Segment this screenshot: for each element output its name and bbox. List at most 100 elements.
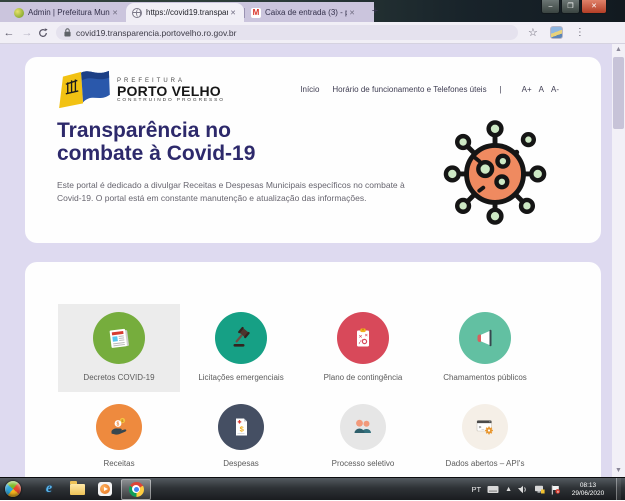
start-button[interactable] [5, 481, 21, 497]
file-explorer-icon[interactable] [63, 479, 91, 500]
volume-icon[interactable] [518, 485, 528, 494]
tab-covid19-portal[interactable]: https://covid19.transparencia.po ✕ [126, 3, 244, 22]
font-reset-button[interactable]: A [539, 85, 544, 94]
service-label: Dados abertos – API's [446, 459, 525, 468]
media-player-icon[interactable] [91, 479, 119, 500]
gmail-icon: M [251, 8, 261, 18]
service-plano-de-contingencia[interactable]: ✕ ✕ Plano de contingência [302, 304, 424, 392]
clock-date: 29/06/2020 [566, 490, 610, 498]
tab-list: Admin | Prefeitura Municipal de ✕ https:… [8, 3, 384, 22]
service-licitacoes-emergenciais[interactable]: Licitações emergenciais [180, 304, 302, 392]
forward-icon[interactable]: → [18, 27, 36, 39]
prefeitura-logo[interactable]: PREFEITURA PORTO VELHO CONSTRUINDO PROGR… [55, 68, 225, 112]
tab-title: https://covid19.transparencia.po [146, 8, 228, 17]
services-row-1: Decretos COVID-19 [58, 304, 601, 392]
clock-time: 08:13 [566, 482, 610, 490]
maximize-button[interactable]: ❐ [561, 0, 580, 14]
service-despesas[interactable]: $ Despesas [180, 396, 302, 477]
address-bar[interactable]: covid19.transparencia.portovelho.ro.gov.… [56, 25, 518, 40]
site-header: PREFEITURA PORTO VELHO CONSTRUINDO PROGR… [55, 65, 571, 115]
tab-close-icon[interactable]: ✕ [347, 9, 357, 17]
nav-separator: | [500, 85, 502, 94]
taskbar-clock[interactable]: 08:13 29/06/2020 [566, 482, 610, 498]
tab-close-icon[interactable]: ✕ [110, 9, 120, 17]
logo-tagline: CONSTRUINDO PROGRESSO [117, 98, 225, 103]
service-circle [459, 312, 511, 364]
service-processo-seletivo[interactable]: Processo seletivo [302, 396, 424, 477]
window-controls: – ❐ ✕ [540, 0, 607, 14]
service-label: Processo seletivo [332, 459, 395, 468]
windows-taskbar: e PT ▲ ✕ [0, 477, 625, 500]
lock-icon [64, 28, 71, 37]
close-button[interactable]: ✕ [581, 0, 607, 14]
font-increase-button[interactable]: A+ [522, 85, 532, 94]
internet-explorer-icon[interactable]: e [35, 479, 63, 500]
logo-main-line: PORTO VELHO [117, 84, 225, 98]
new-tab-button[interactable]: + [366, 3, 384, 21]
bookmark-star-icon[interactable]: ☆ [528, 26, 538, 39]
service-circle: $ [218, 404, 264, 450]
keyboard-icon[interactable] [487, 485, 499, 494]
service-dados-abertos-apis[interactable]: >_ [424, 396, 546, 477]
megaphone-icon [472, 325, 498, 351]
chrome-taskbar-button[interactable] [121, 479, 151, 500]
logo-text: PREFEITURA PORTO VELHO CONSTRUINDO PROGR… [117, 78, 225, 103]
url-text[interactable]: covid19.transparencia.portovelho.ro.gov.… [76, 28, 237, 38]
minimize-button[interactable]: – [541, 0, 560, 14]
nav-link-inicio[interactable]: Início [300, 85, 319, 94]
tray-expand-icon[interactable]: ▲ [505, 486, 512, 493]
browser-toolbar: ← → covid19.transparencia.portovelho.ro.… [0, 22, 625, 44]
service-circle: ✕ ✕ [337, 312, 389, 364]
tab-close-icon[interactable]: ✕ [228, 9, 238, 17]
profile-avatar[interactable] [550, 26, 563, 39]
service-label: Receitas [103, 459, 134, 468]
svg-text:$: $ [117, 421, 120, 427]
service-decretos-covid19[interactable]: Decretos COVID-19 [58, 304, 180, 392]
tab-title: Admin | Prefeitura Municipal de [28, 8, 110, 17]
taskbar-icons: e [35, 479, 151, 500]
nav-link-horario[interactable]: Horário de funcionamento e Telefones úte… [332, 85, 486, 94]
invoice-icon: $ [229, 415, 253, 439]
reload-icon[interactable] [38, 28, 48, 38]
font-decrease-button[interactable]: A- [551, 85, 559, 94]
terminal-gear-icon: >_ [472, 414, 498, 440]
service-label: Licitações emergenciais [198, 373, 283, 382]
page-viewport: PREFEITURA PORTO VELHO CONSTRUINDO PROGR… [0, 44, 625, 477]
system-tray: PT ▲ ✕ 08:13 29/0 [465, 478, 621, 501]
hero-card: PREFEITURA PORTO VELHO CONSTRUINDO PROGR… [25, 57, 601, 243]
show-desktop-button[interactable] [616, 478, 621, 501]
scroll-down-icon[interactable]: ▼ [612, 465, 625, 477]
language-indicator[interactable]: PT [471, 485, 481, 494]
newspaper-icon [106, 325, 132, 351]
scrollbar-thumb[interactable] [613, 57, 624, 129]
hero-section: Transparência no combate à Covid-19 Este… [57, 119, 571, 205]
service-circle [215, 312, 267, 364]
page-title: Transparência no combate à Covid-19 [57, 119, 417, 165]
clipboard-icon: ✕ ✕ [350, 325, 376, 351]
gavel-icon [228, 325, 254, 351]
network-icon[interactable] [534, 485, 545, 494]
tab-gmail-inbox[interactable]: M Caixa de entrada (3) - prefeitura ✕ [245, 3, 363, 22]
desktop-screen: Admin | Prefeitura Municipal de ✕ https:… [0, 0, 625, 500]
service-chamamentos-publicos[interactable]: Chamamentos públicos [424, 304, 546, 392]
tab-admin[interactable]: Admin | Prefeitura Municipal de ✕ [8, 3, 126, 22]
back-icon[interactable]: ← [0, 27, 18, 39]
svg-text:>_: >_ [479, 426, 485, 431]
service-label: Despesas [223, 459, 259, 468]
service-receitas[interactable]: $ $ Receitas [58, 396, 180, 477]
service-label: Decretos COVID-19 [83, 373, 154, 382]
service-circle: >_ [462, 404, 508, 450]
people-icon [350, 414, 376, 440]
service-label: Chamamentos públicos [443, 373, 527, 382]
services-card: Decretos COVID-19 [25, 262, 601, 477]
service-label: Plano de contingência [324, 373, 403, 382]
site-nav: Início Horário de funcionamento e Telefo… [287, 85, 559, 94]
browser-titlebar: Admin | Prefeitura Municipal de ✕ https:… [0, 0, 625, 22]
page-scrollbar[interactable]: ▲ ▼ [612, 44, 625, 477]
hero-text-block: Transparência no combate à Covid-19 Este… [57, 119, 417, 205]
browser-menu-icon[interactable]: ⋮ [575, 27, 585, 38]
action-center-flag-icon[interactable]: ✕ [551, 485, 560, 495]
scroll-up-icon[interactable]: ▲ [612, 44, 625, 56]
coronavirus-icon [442, 117, 550, 225]
toolbar-right: ☆ ⋮ [528, 26, 585, 39]
